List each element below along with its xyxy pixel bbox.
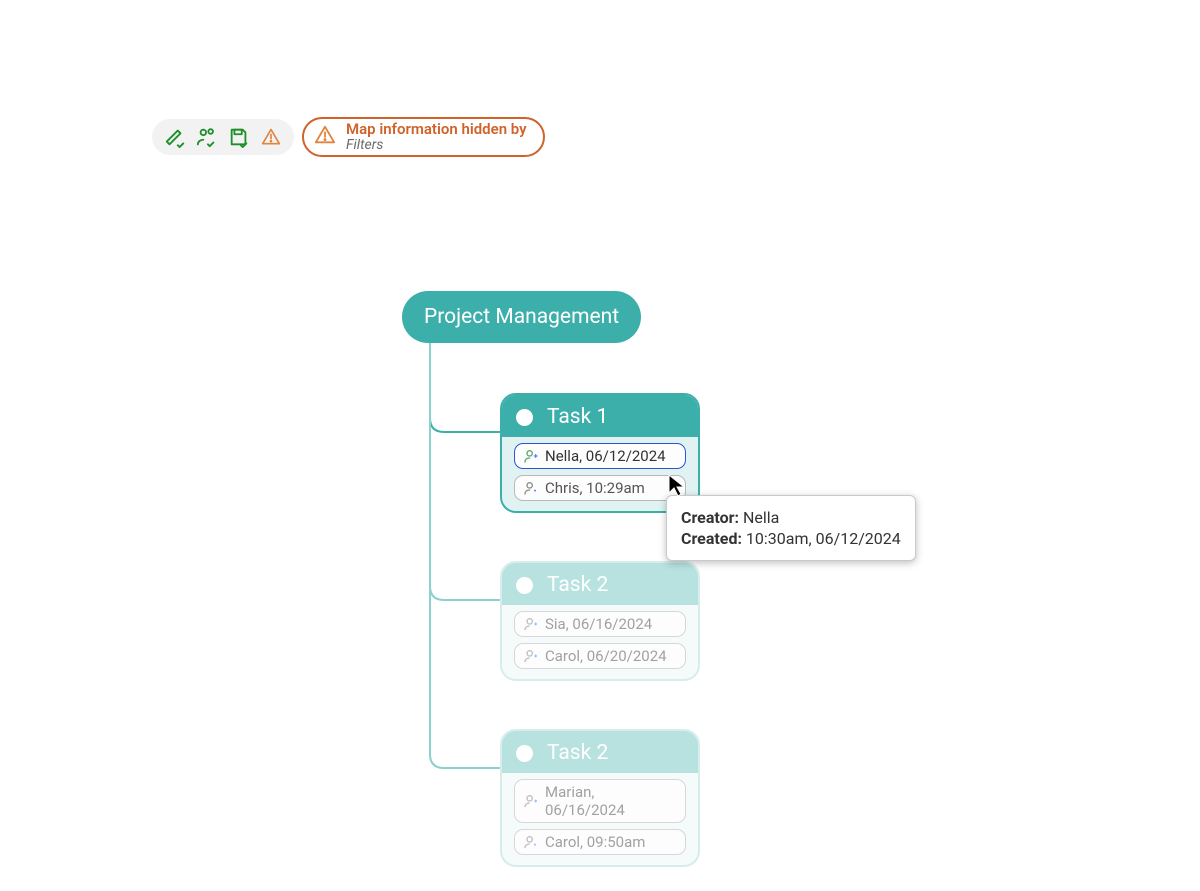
bullet-icon: [516, 745, 533, 762]
creator-chip[interactable]: Carol, 06/20/2024: [514, 643, 686, 669]
bullet-icon: [516, 409, 533, 426]
creator-chip[interactable]: Nella, 06/12/2024: [514, 443, 686, 469]
creator-chip[interactable]: Sia, 06/16/2024: [514, 611, 686, 637]
user-plus-icon: [523, 448, 539, 464]
task-card-head[interactable]: Task 1: [502, 395, 698, 437]
creator-chip[interactable]: Marian, 06/16/2024: [514, 779, 686, 823]
user-plus-icon: [523, 648, 539, 664]
chip-text: Carol, 09:50am: [545, 833, 645, 851]
users-check-icon[interactable]: [196, 126, 218, 148]
task-card-2[interactable]: Task 2 Sia, 06/16/2024 Carol, 06/20/2024: [500, 561, 700, 681]
chip-text: Carol, 06/20/2024: [545, 647, 667, 665]
task-card-head[interactable]: Task 2: [502, 731, 698, 773]
chip-text: Chris, 10:29am: [545, 479, 645, 497]
user-edit-icon: [523, 480, 539, 496]
editor-chip[interactable]: Carol, 09:50am: [514, 829, 686, 855]
task-title: Task 2: [547, 573, 608, 597]
task-card-head[interactable]: Task 2: [502, 563, 698, 605]
filter-warning-pill[interactable]: Map information hidden by Filters: [302, 117, 545, 157]
task-title: Task 2: [547, 741, 608, 765]
chip-text: Marian, 06/16/2024: [545, 783, 677, 819]
user-edit-icon: [523, 834, 539, 850]
root-node[interactable]: Project Management: [402, 291, 641, 343]
tooltip-created-label: Created:: [681, 529, 742, 548]
user-plus-icon: [523, 793, 539, 809]
root-node-label: Project Management: [424, 305, 619, 329]
filter-warning-line1: Map information hidden by: [346, 121, 527, 138]
editor-chip[interactable]: Chris, 10:29am: [514, 475, 686, 501]
toolbar-icon-cluster: [152, 119, 294, 155]
cursor-icon: [666, 473, 690, 497]
user-plus-icon: [523, 616, 539, 632]
task-card-3[interactable]: Task 2 Marian, 06/16/2024 Carol, 09:50am: [500, 729, 700, 867]
tooltip-created-value: 10:30am, 06/12/2024: [746, 529, 901, 548]
filter-warning-line2: Filters: [346, 138, 527, 153]
task-title: Task 1: [547, 405, 608, 429]
filter-warning-text: Map information hidden by Filters: [346, 121, 527, 153]
tooltip-creator-value: Nella: [743, 508, 779, 527]
edit-check-icon[interactable]: [164, 126, 186, 148]
toolbar: Map information hidden by Filters: [152, 117, 545, 157]
alert-triangle-icon: [314, 124, 336, 150]
tooltip-creator-label: Creator:: [681, 508, 739, 527]
creator-tooltip: Creator: Nella Created: 10:30am, 06/12/2…: [666, 495, 916, 561]
bullet-icon: [516, 577, 533, 594]
chip-text: Sia, 06/16/2024: [545, 615, 652, 633]
alert-triangle-icon[interactable]: [260, 126, 282, 148]
save-check-icon[interactable]: [228, 126, 250, 148]
chip-text: Nella, 06/12/2024: [545, 447, 666, 465]
